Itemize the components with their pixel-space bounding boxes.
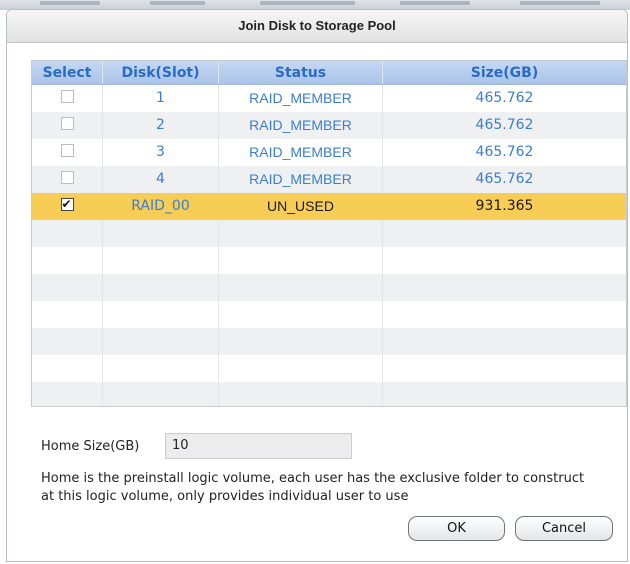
status-cell: RAID_MEMBER (219, 112, 383, 139)
ok-button[interactable]: OK (408, 516, 505, 541)
status-cell: RAID_MEMBER (219, 166, 383, 193)
dialog-title: Join Disk to Storage Pool (7, 10, 627, 43)
column-header-size[interactable]: Size(GB) (383, 61, 626, 84)
disk-slot-cell: 3 (103, 139, 219, 166)
column-header-select[interactable]: Select (32, 61, 103, 84)
size-cell: 465.762 (475, 90, 534, 106)
home-description: Home is the preinstall logic volume, eac… (41, 471, 585, 504)
size-cell: 465.762 (475, 144, 534, 160)
empty-row (32, 328, 626, 355)
column-header-disk-slot[interactable]: Disk(Slot) (103, 61, 219, 84)
status-cell: RAID_MEMBER (219, 139, 383, 166)
table-row[interactable]: 2 RAID_MEMBER 465.762 (32, 112, 626, 139)
size-cell: 465.762 (475, 117, 534, 133)
select-checkbox (60, 144, 74, 157)
disk-table: Select Disk(Slot) Status Size(GB) 1 RAID… (31, 60, 627, 407)
status-cell: UN_USED (219, 193, 383, 220)
disk-slot-cell: RAID_00 (103, 193, 219, 220)
size-cell: 465.762 (475, 171, 534, 187)
empty-row (32, 274, 626, 301)
empty-row (32, 220, 626, 247)
disk-slot-cell: 2 (103, 112, 219, 139)
home-size-label: Home Size(GB) (41, 438, 140, 454)
select-checkbox (60, 171, 74, 184)
empty-row (32, 355, 626, 382)
status-cell: RAID_MEMBER (219, 85, 383, 112)
home-size-row: Home Size(GB) 10 (41, 433, 352, 459)
select-checkbox (60, 90, 74, 103)
table-row[interactable]: 3 RAID_MEMBER 465.762 (32, 139, 626, 166)
home-size-input[interactable]: 10 (165, 433, 352, 459)
table-row[interactable]: 4 RAID_MEMBER 465.762 (32, 166, 626, 193)
table-body: 1 RAID_MEMBER 465.762 2 RAID_MEMBER 465.… (32, 85, 626, 406)
empty-row (32, 382, 626, 406)
table-header: Select Disk(Slot) Status Size(GB) (32, 61, 626, 85)
empty-row (32, 247, 626, 274)
disk-slot-cell: 4 (103, 166, 219, 193)
cancel-button[interactable]: Cancel (515, 516, 613, 541)
column-header-status[interactable]: Status (219, 61, 383, 84)
table-row-selected[interactable]: RAID_00 UN_USED 931.365 (32, 193, 626, 220)
empty-row (32, 301, 626, 328)
select-checkbox-checked[interactable] (60, 196, 74, 212)
size-cell: 931.365 (475, 198, 534, 214)
select-checkbox (60, 117, 74, 130)
table-row[interactable]: 1 RAID_MEMBER 465.762 (32, 85, 626, 112)
disk-slot-cell: 1 (103, 85, 219, 112)
